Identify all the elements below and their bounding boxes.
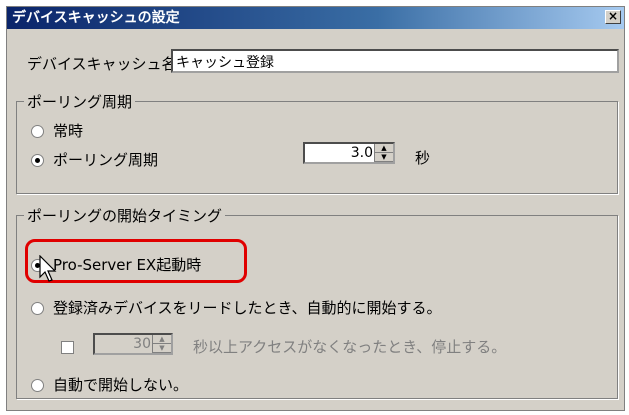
stop-seconds-spinner[interactable]: 30 ▲ ▼ (93, 333, 173, 355)
stop-checkbox[interactable] (61, 341, 74, 354)
close-icon[interactable]: × (605, 10, 621, 24)
radio-read-start-label: 登録済みデバイスをリードしたとき、自動的に開始する。 (53, 299, 442, 317)
cache-name-value: キャッシュ登録 (176, 55, 274, 71)
stop-label: 秒以上アクセスがなくなったとき、停止する。 (193, 338, 507, 356)
title-bar: デバイスキャッシュの設定 × (7, 7, 624, 29)
radio-polling-period-label: ポーリング周期 (53, 151, 159, 169)
cache-name-input[interactable]: キャッシュ登録 (171, 49, 619, 73)
radio-polling-period[interactable] (31, 154, 44, 167)
stop-seconds-value: 30 (133, 336, 151, 352)
mouse-cursor-icon (39, 255, 57, 282)
polling-period-legend: ポーリング周期 (24, 91, 136, 112)
polling-period-value: 3.0 (350, 145, 373, 161)
spin-up-icon[interactable]: ▲ (375, 144, 393, 153)
radio-always-label: 常時 (53, 122, 84, 140)
radio-manual-label: 自動で開始しない。 (53, 376, 189, 394)
radio-always[interactable] (31, 125, 44, 138)
cache-name-label: デバイスキャッシュ名 (27, 55, 177, 73)
radio-read-start[interactable] (31, 302, 44, 315)
dialog-title: デバイスキャッシュの設定 (12, 10, 180, 26)
polling-period-group: ポーリング周期 常時 ポーリング周期 3.0 ▲ ▼ 秒 (16, 91, 618, 194)
polling-period-unit: 秒 (415, 149, 431, 167)
spin-up-icon[interactable]: ▲ (153, 335, 171, 344)
polling-period-spinner[interactable]: 3.0 ▲ ▼ (303, 142, 395, 164)
radio-manual[interactable] (31, 379, 44, 392)
device-cache-dialog: デバイスキャッシュの設定 × デバイスキャッシュ名 キャッシュ登録 ポーリング周… (6, 6, 625, 411)
spin-down-icon[interactable]: ▼ (153, 344, 171, 353)
polling-start-legend: ポーリングの開始タイミング (24, 205, 226, 226)
spin-down-icon[interactable]: ▼ (375, 153, 393, 162)
